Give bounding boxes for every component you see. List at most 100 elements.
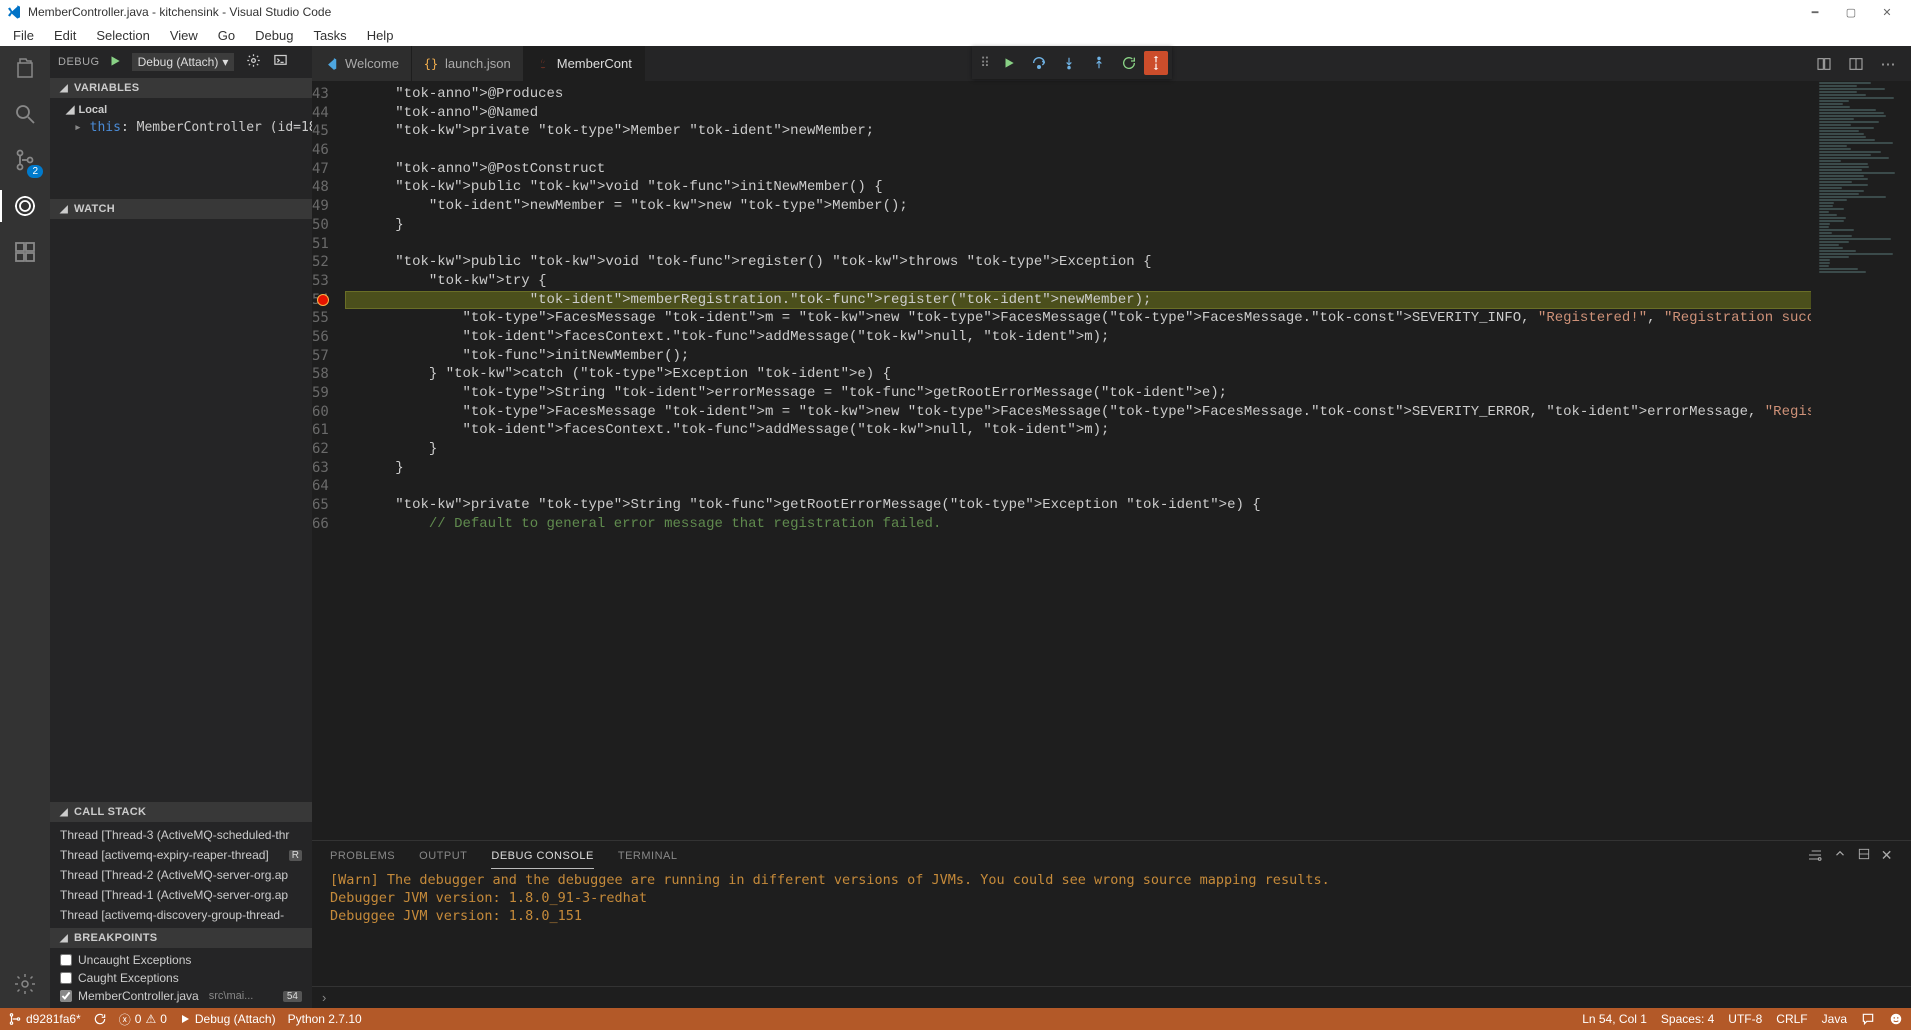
breakpoint-item[interactable]: MemberController.java src\mai... 54 [50, 987, 312, 1005]
disconnect-button[interactable] [1144, 51, 1168, 75]
error-icon: ⓧ [119, 1011, 131, 1028]
code-body[interactable]: "tok-anno">@Produces "tok-anno">@Named "… [345, 81, 1911, 840]
scm-branch-status[interactable]: d9281fa6* [8, 1012, 81, 1026]
breakpoint-checkbox[interactable] [60, 954, 72, 966]
menu-tasks[interactable]: Tasks [304, 26, 355, 45]
tab-welcome[interactable]: Welcome [312, 46, 412, 81]
callstack-item[interactable]: Thread [Thread-1 (ActiveMQ-server-org.ap [50, 885, 312, 905]
breakpoint-item[interactable]: Caught Exceptions [50, 969, 312, 987]
variables-local-header[interactable]: ◢ Local [66, 102, 302, 120]
menu-edit[interactable]: Edit [45, 26, 85, 45]
debug-status[interactable]: Debug (Attach) [179, 1012, 276, 1026]
status-bar: d9281fa6* ⓧ0 ⚠0 Debug (Attach) Python 2.… [0, 1008, 1911, 1030]
tab-label: Welcome [345, 56, 399, 71]
menu-file[interactable]: File [4, 26, 43, 45]
twisty-icon: ◢ [60, 83, 68, 94]
drag-handle-icon[interactable]: ⠿ [976, 48, 994, 78]
more-actions-icon[interactable]: ⋯ [1875, 51, 1901, 77]
debug-tab-icon[interactable] [11, 192, 39, 220]
window-close-button[interactable]: ✕ [1869, 6, 1905, 19]
activity-bar: 2 [0, 46, 50, 1008]
indentation-status[interactable]: Spaces: 4 [1661, 1012, 1714, 1026]
minimap[interactable] [1811, 81, 1911, 840]
tab-member-controller[interactable]: MemberCont [524, 46, 645, 81]
language-mode[interactable]: Java [1822, 1012, 1847, 1026]
callstack-item[interactable]: Thread [Thread-2 (ActiveMQ-server-org.ap [50, 865, 312, 885]
debug-sidebar: DEBUG Debug (Attach) ▾ ◢ VARIABLES ◢ Loc… [50, 46, 312, 1008]
compare-changes-icon[interactable] [1811, 51, 1837, 77]
notifications-icon[interactable] [1889, 1012, 1903, 1026]
callstack-section-header[interactable]: ◢ CALL STACK [50, 802, 312, 822]
debug-console-body[interactable]: [Warn] The debugger and the debuggee are… [312, 871, 1911, 986]
panel-tab-problems[interactable]: PROBLEMS [330, 844, 395, 868]
code-editor[interactable]: 4344454647484950515253545556575859606162… [312, 81, 1911, 840]
console-line: Debuggee JVM version: 1.8.0_151 [330, 907, 1893, 925]
maximize-panel-icon[interactable] [1857, 847, 1871, 866]
twisty-icon: ◢ [60, 807, 68, 818]
watch-section-header[interactable]: ◢ WATCH [50, 199, 312, 219]
menu-go[interactable]: Go [209, 26, 244, 45]
settings-gear-icon[interactable] [11, 970, 39, 998]
feedback-icon[interactable] [1861, 1012, 1875, 1026]
debug-settings-icon[interactable] [246, 53, 261, 71]
step-over-button[interactable] [1024, 48, 1054, 78]
breakpoint-item[interactable]: Uncaught Exceptions [50, 951, 312, 969]
twisty-icon: ◢ [60, 933, 68, 944]
java-file-icon [536, 57, 550, 71]
variable-row[interactable]: ▸ this: MemberController (id=189) [66, 120, 302, 135]
panel-tab-terminal[interactable]: TERMINAL [618, 844, 678, 868]
search-tab-icon[interactable] [11, 100, 39, 128]
debug-config-select[interactable]: Debug (Attach) ▾ [132, 53, 235, 71]
explorer-tab-icon[interactable] [11, 54, 39, 82]
menu-help[interactable]: Help [358, 26, 403, 45]
window-title: MemberController.java - kitchensink - Vi… [28, 5, 1797, 19]
panel-tab-bar: PROBLEMS OUTPUT DEBUG CONSOLE TERMINAL [312, 841, 1911, 871]
debug-floating-toolbar[interactable]: ⠿ [972, 46, 1172, 79]
tab-launch-json[interactable]: {} launch.json [412, 46, 524, 81]
main-workbench: 2 DEBUG Debug (Attach) ▾ [0, 46, 1911, 1008]
step-into-button[interactable] [1054, 48, 1084, 78]
collapse-panel-icon[interactable] [1833, 847, 1847, 866]
editor-area: Welcome {} launch.json MemberCont ⠿ [312, 46, 1911, 1008]
variables-section-header[interactable]: ◢ VARIABLES [50, 78, 312, 98]
chevron-right-icon: › [322, 990, 326, 1005]
callstack-item[interactable]: Thread [activemq-expiry-reaper-thread]R [50, 845, 312, 865]
panel-tab-output[interactable]: OUTPUT [419, 844, 467, 868]
callstack-item[interactable]: Thread [Thread-3 (ActiveMQ-scheduled-thr [50, 825, 312, 845]
step-out-button[interactable] [1084, 48, 1114, 78]
menu-debug[interactable]: Debug [246, 26, 302, 45]
line-number-gutter: 4344454647484950515253545556575859606162… [312, 81, 345, 840]
warning-icon: ⚠ [145, 1012, 156, 1026]
breakpoints-section-header[interactable]: ◢ BREAKPOINTS [50, 928, 312, 948]
debug-config-name: Debug (Attach) [138, 55, 219, 69]
callstack-item[interactable]: Thread [activemq-discovery-group-thread- [50, 905, 312, 925]
cursor-position[interactable]: Ln 54, Col 1 [1582, 1012, 1647, 1026]
eol-status[interactable]: CRLF [1776, 1012, 1807, 1026]
panel-tab-debug-console[interactable]: DEBUG CONSOLE [491, 844, 593, 869]
running-badge: R [289, 850, 302, 861]
restart-button[interactable] [1114, 48, 1144, 78]
console-input-row[interactable]: › [312, 986, 1911, 1008]
menu-selection[interactable]: Selection [87, 26, 158, 45]
sync-status[interactable] [93, 1012, 107, 1026]
python-status[interactable]: Python 2.7.10 [288, 1012, 362, 1026]
breakpoint-checkbox[interactable] [60, 972, 72, 984]
close-panel-icon[interactable]: ✕ [1881, 847, 1893, 866]
tab-label: launch.json [445, 56, 511, 71]
scm-tab-icon[interactable]: 2 [11, 146, 39, 174]
menu-view[interactable]: View [161, 26, 207, 45]
window-maximize-button[interactable]: ▢ [1833, 6, 1869, 19]
continue-button[interactable] [994, 48, 1024, 78]
breakpoint-checkbox[interactable] [60, 990, 72, 1002]
window-minimize-button[interactable]: ━ [1797, 6, 1833, 19]
clear-console-icon[interactable] [1807, 847, 1823, 866]
start-debug-icon[interactable] [108, 54, 122, 71]
encoding-status[interactable]: UTF-8 [1728, 1012, 1762, 1026]
problems-status[interactable]: ⓧ0 ⚠0 [119, 1011, 167, 1028]
welcome-icon [324, 57, 338, 71]
breakpoint-label: MemberController.java [78, 989, 199, 1003]
window-title-bar: MemberController.java - kitchensink - Vi… [0, 0, 1911, 24]
split-editor-icon[interactable] [1843, 51, 1869, 77]
extensions-tab-icon[interactable] [11, 238, 39, 266]
debug-console-icon[interactable] [273, 53, 288, 71]
